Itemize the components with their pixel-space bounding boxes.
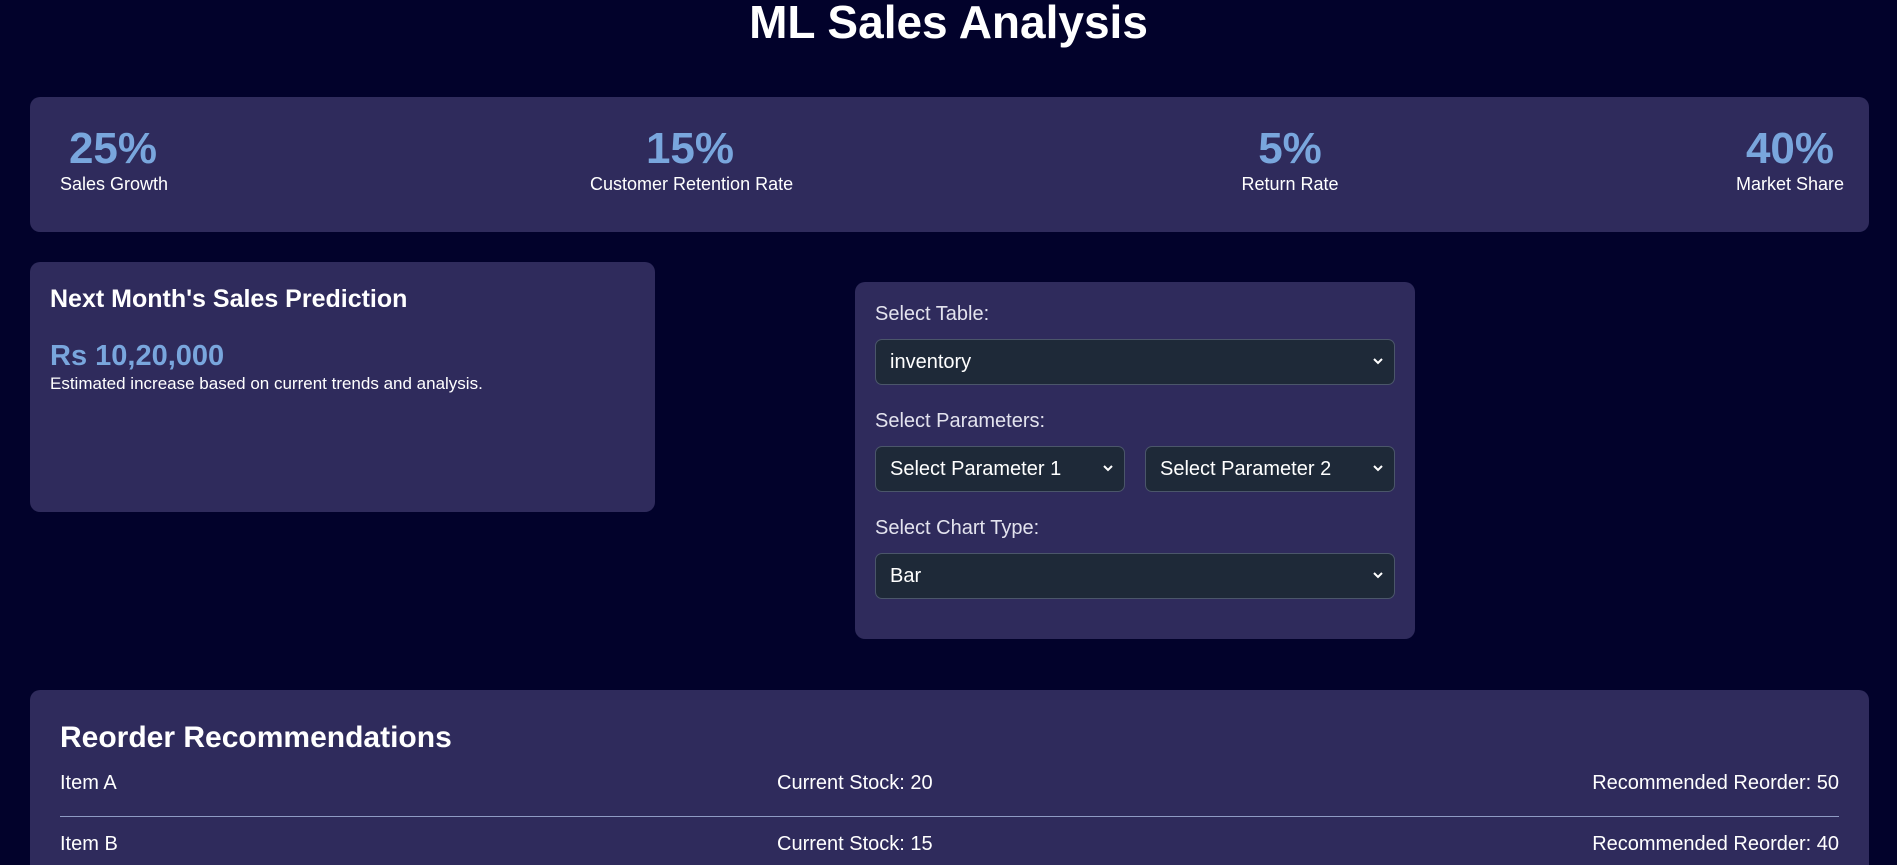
chevron-down-icon [1102,447,1114,508]
page: ML Sales Analysis 25% Sales Growth 15% C… [0,0,1897,865]
chevron-down-icon [1372,340,1384,401]
reorder-panel: Reorder Recommendations Item A Current S… [30,690,1869,865]
parameters-label: Select Parameters: [875,410,1046,432]
parameter-1-select[interactable]: Select Parameter 1 [875,446,1125,492]
item-stock: Current Stock: 15 [777,833,933,855]
table-select[interactable]: inventory [875,339,1395,385]
stat-value: 15% [645,124,735,173]
stat-label: Market Share [1735,174,1845,194]
stat-value: 25% [68,124,158,173]
parameter-selects: Select Parameter 1 Select Parameter 2 [875,446,1395,492]
chevron-down-icon [1372,447,1384,508]
item-name: Item B [60,833,118,855]
prediction-title: Next Month's Sales Prediction [50,285,408,313]
stat-market-share: 40% Market Share [1730,127,1850,195]
chart-type-select[interactable]: Bar [875,553,1395,599]
chart-type-label: Select Chart Type: [875,517,1040,539]
stat-value: 40% [1745,124,1835,173]
chart-type-value: Bar [890,565,922,587]
chart-controls-panel: Select Table: inventory Select Parameter… [855,282,1415,639]
stat-value: 5% [1258,124,1322,173]
prediction-value: Rs 10,20,000 [50,340,225,372]
stat-label: Return Rate [1241,174,1339,194]
stat-customer-retention: 15% Customer Retention Rate [590,124,794,195]
parameter-2-select[interactable]: Select Parameter 2 [1145,446,1395,492]
item-stock: Current Stock: 20 [777,772,933,794]
reorder-row: Item B Current Stock: 15 Recommended Reo… [60,817,1839,865]
reorder-row: Item A Current Stock: 20 Recommended Reo… [60,756,1839,817]
table-select-label: Select Table: [875,303,990,325]
prediction-note: Estimated increase based on current tren… [50,374,483,393]
table-select-value: inventory [890,351,972,373]
stat-label: Sales Growth [60,174,169,194]
prediction-panel: Next Month's Sales Prediction Rs 10,20,0… [30,262,655,512]
item-reorder: Recommended Reorder: 50 [1592,772,1839,794]
stat-return-rate: 5% Return Rate [1210,127,1370,195]
stats-panel: 25% Sales Growth 15% Customer Retention … [30,97,1869,232]
item-name: Item A [60,772,117,794]
stat-label: Customer Retention Rate [590,174,794,194]
item-reorder: Recommended Reorder: 40 [1592,833,1839,855]
parameter-2-value: Select Parameter 2 [1160,458,1332,480]
reorder-title: Reorder Recommendations [60,721,452,754]
chevron-down-icon [1372,554,1384,615]
page-title: ML Sales Analysis [749,0,1148,48]
parameter-1-value: Select Parameter 1 [890,458,1062,480]
stat-sales-growth: 25% Sales Growth [60,124,169,195]
